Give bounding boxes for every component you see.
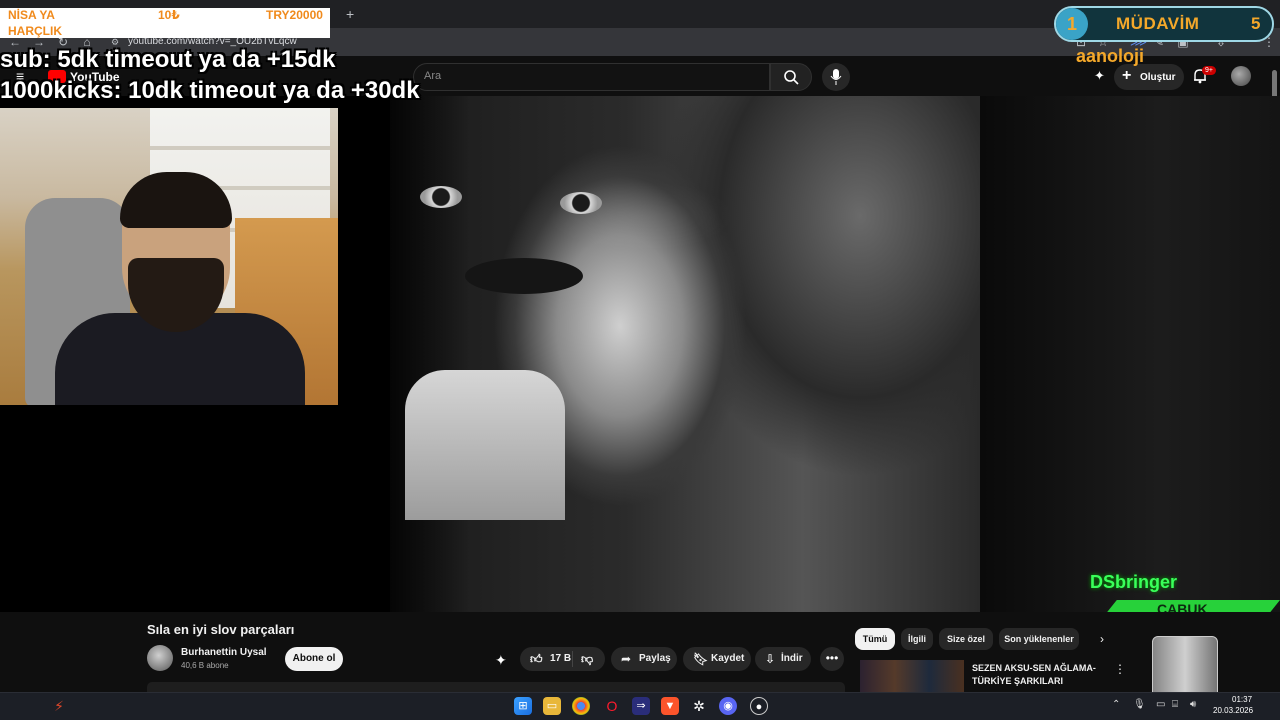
donation-goal: TRY20000 [266,8,323,22]
channel-avatar[interactable] [147,645,173,671]
create-button[interactable]: + Oluştur [1114,64,1184,90]
search-button[interactable] [770,63,812,91]
discord-icon[interactable]: ◉ [719,697,737,715]
video-eye-left [420,186,462,208]
search-placeholder: Ara [424,70,442,82]
bookmark-icon: 🔖︎ [693,652,709,666]
chip-for-you[interactable]: Size özel [939,628,993,650]
shelf-line [150,146,330,150]
notification-badge: 9+ [1202,66,1216,75]
video-eye-right [560,192,602,214]
video-background-right [980,96,1280,612]
chip-related[interactable]: İlgili [901,628,933,650]
thumbs-down-icon: 👎︎ [581,652,594,666]
chip-recently-uploaded[interactable]: Son yüklenenler [999,628,1079,650]
opera-icon[interactable]: O [603,697,621,715]
video-frame-image [390,96,980,612]
obs-icon[interactable]: ● [750,697,768,715]
plus-icon: + [1122,67,1132,84]
subscriber-count: 40,6 B abone [181,661,229,670]
thumbs-up-icon: 👍︎ [530,652,543,666]
save-button[interactable]: 🔖︎ Kaydet [683,647,751,671]
chip-all[interactable]: Tümü [855,628,895,650]
network-icon[interactable]: ⌸ [1172,699,1178,710]
battery-icon[interactable]: ▭ [1156,699,1165,710]
recommendation-title[interactable]: SEZEN AKSU-SEN AĞLAMA-TÜRKİYE ŞARKILARI [972,662,1102,688]
video-title: Sıla en iyi slov parçaları [147,622,295,637]
video-shadow [390,96,470,612]
video-hand [405,370,565,520]
subscribe-button[interactable]: Abone ol [285,647,343,671]
search-input[interactable] [413,63,770,91]
chevron-right-icon[interactable]: › [1100,632,1104,646]
account-avatar[interactable] [1231,66,1251,86]
share-arrow-icon: ➦ [621,652,632,666]
description-box[interactable] [147,682,845,692]
mudavim-user: aanoloji [1076,46,1145,66]
overlay-kicks-text: 1000kicks: 10dk timeout ya da +30dk [0,77,420,104]
openai-icon[interactable]: ✲ [690,697,708,715]
donation-name: NİSA YA HARÇLIK [8,8,62,38]
alert-username: DSbringer [1090,572,1178,592]
app-icon[interactable]: ⚡ [50,697,68,715]
more-actions-button[interactable]: ••• [820,647,844,671]
chrome-icon[interactable] [572,697,590,715]
overlay-sub-text: sub: 5dk timeout ya da +15dk [0,46,336,73]
mudavim-count: 5 [1251,14,1261,33]
ai-sparkle-icon[interactable]: ✦ [495,652,507,669]
volume-icon[interactable]: 🔊︎ [1190,699,1196,710]
clock-date[interactable]: 20.03.2026 [1213,706,1253,715]
share-button[interactable]: ➦ Paylaş [611,647,677,671]
microphone-icon [830,69,842,85]
video-lips [465,258,583,294]
donation-amount: 10₺ [158,8,180,22]
download-icon: ⇩ [765,652,776,666]
mudavim-title: MÜDAVİM [1116,14,1200,33]
voice-search-button[interactable] [822,63,850,91]
ai-sparkle-icon[interactable]: ✦ [1094,68,1105,84]
webcam-overlay [0,108,338,405]
microphone-tray-icon[interactable]: 🎙︎ [1133,699,1146,710]
donation-goal-widget: NİSA YA HARÇLIK 10₺ TRY20000 [0,8,330,38]
windows-start-icon[interactable]: ⊞ [514,697,532,715]
tray-chevron-icon[interactable]: ⌃ [1112,699,1120,710]
search-icon [784,70,799,85]
app-icon[interactable]: ⇒ [632,697,650,715]
new-tab-button[interactable]: + [346,6,354,22]
mudavim-rank: 1 [1056,8,1088,40]
channel-name[interactable]: Burhanettin Uysal [181,647,267,658]
file-explorer-icon[interactable]: ▭ [543,697,561,715]
recommendation-thumbnail[interactable] [860,660,964,692]
download-button[interactable]: ⇩ İndir [755,647,811,671]
brave-icon[interactable]: ▼ [661,697,679,715]
dislike-button[interactable]: 👎︎ [572,647,605,671]
recommendation-menu-icon[interactable]: ⋮ [1114,662,1126,676]
clock-time[interactable]: 01:37 [1232,695,1252,704]
